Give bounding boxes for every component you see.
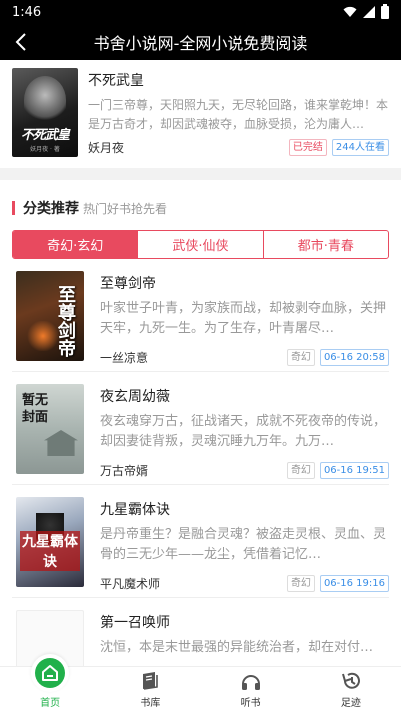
cover-title: 至尊剑帝 [55,285,76,357]
book-description: 叶家世子叶青，为家族而战，却被剥夺血脉，关押天牢，九死一生。为了生存，叶青屠尽… [100,301,387,336]
section-title: 分类推荐 [23,201,79,217]
book-meta: 万古帝婿 奇幻 06-16 19:51 [100,462,389,479]
cover-art [44,430,78,456]
section-subtitle: 热门好书抢先看 [83,202,168,216]
home-icon [35,658,66,688]
book-info: 第一召唤师 沈恒，本是末世最强的异能统治者，却在对付… [100,610,389,666]
book-author: 平凡魔术师 [100,577,161,591]
status-time: 1:46 [12,4,42,20]
section-header: 分类推荐 热门好书抢先看 [12,198,389,218]
nav-label: 首页 [40,698,61,709]
cover-art [24,76,66,124]
book-description: 是丹帝重生？是融合灵魂？被盗走灵根、灵血、灵骨的三无少年——龙尘，凭借着记忆… [100,527,387,562]
back-arrow-icon [15,33,26,51]
readers-badge: 244人在看 [331,139,389,156]
category-recommend-section: 分类推荐 热门好书抢先看 奇幻·玄幻 武侠·仙侠 都市·青春 至尊剑帝 至尊剑帝… [0,180,401,666]
history-icon [341,672,360,689]
tab-urban[interactable]: 都市·青春 [262,231,388,258]
book-cover[interactable]: 暂无封面 [16,384,84,474]
book-tags: 奇幻 06-16 19:51 [286,462,389,479]
update-time-badge: 06-16 19:51 [319,462,389,479]
book-meta: 一丝凉意 奇幻 06-16 20:58 [100,349,389,366]
book-cover[interactable]: 至尊剑帝 [16,271,84,361]
tab-fantasy[interactable]: 奇幻·玄幻 [13,231,138,258]
nav-label: 书库 [140,698,161,709]
featured-book-card[interactable]: 不死武皇 妖月夜 · 著 不死武皇 一门三帝尊，天阳照九天，无尽轮回路，谁来掌乾… [0,60,401,168]
update-time-badge: 06-16 19:16 [319,575,389,592]
book-title[interactable]: 第一召唤师 [100,612,389,632]
book-description: 夜玄魂穿万古，征战诸天，成就不死夜帝的传说，却因妻徒背叛，灵魂沉睡九万年。九万… [100,414,387,449]
list-item[interactable]: 至尊剑帝 至尊剑帝 叶家世子叶青，为家族而战，却被剥夺血脉，关押天牢，九死一生。… [12,259,389,372]
list-item[interactable]: 第一召唤师 沈恒，本是末世最强的异能统治者，却在对付… [12,598,389,666]
back-button[interactable] [6,24,36,60]
genre-badge: 奇幻 [286,349,315,366]
bottom-navigation: 首页 书库 听书 足迹 [0,654,401,713]
main-content[interactable]: 不死武皇 妖月夜 · 著 不死武皇 一门三帝尊，天阳照九天，无尽轮回路，谁来掌乾… [0,60,401,666]
book-meta: 妖月夜 已完结 244人在看 [88,139,389,156]
book-description: 沈恒，本是末世最强的异能统治者，却在对付… [100,640,374,655]
update-time-badge: 06-16 20:58 [319,349,389,366]
signal-icon [363,6,375,18]
nav-library[interactable]: 书库 [100,667,200,713]
book-author: 一丝凉意 [100,351,149,365]
book-title[interactable]: 至尊剑帝 [100,273,389,293]
nav-home[interactable]: 首页 [0,654,100,713]
wifi-icon [343,6,357,17]
book-cover[interactable]: 九星霸体诀 [16,497,84,587]
battery-icon [381,3,389,19]
status-bar: 1:46 [0,0,401,24]
title-bar: 书舍小说网-全网小说免费阅读 [0,24,401,60]
list-item[interactable]: 九星霸体诀 九星霸体诀 是丹帝重生？是融合灵魂？被盗走灵根、灵血、灵骨的三无少年… [12,485,389,598]
book-title[interactable]: 九星霸体诀 [100,499,389,519]
cover-title: 暂无封面 [22,393,49,425]
cover-subtitle: 妖月夜 · 著 [30,146,60,153]
book-info: 九星霸体诀 是丹帝重生？是融合灵魂？被盗走灵根、灵血、灵骨的三无少年——龙尘，凭… [100,497,389,592]
headphones-icon [241,675,260,690]
nav-label: 听书 [240,698,261,709]
cover-title: 不死武皇 [20,128,70,143]
book-info: 至尊剑帝 叶家世子叶青，为家族而战，却被剥夺血脉，关押天牢，九死一生。为了生存，… [100,271,389,366]
book-tags: 已完结 244人在看 [288,139,389,156]
genre-badge: 奇幻 [286,462,315,479]
book-tags: 奇幻 06-16 19:16 [286,575,389,592]
tab-wuxia[interactable]: 武侠·仙侠 [137,231,262,258]
book-meta: 平凡魔术师 奇幻 06-16 19:16 [100,575,389,592]
book-title[interactable]: 不死武皇 [88,70,389,90]
book-tags: 奇幻 06-16 20:58 [286,349,389,366]
book-title[interactable]: 夜玄周幼薇 [100,386,389,406]
nav-audiobook[interactable]: 听书 [201,667,301,713]
book-author: 妖月夜 [88,141,125,155]
nav-history[interactable]: 足迹 [301,667,401,713]
book-info: 夜玄周幼薇 夜玄魂穿万古，征战诸天，成就不死夜帝的传说，却因妻徒背叛，灵魂沉睡九… [100,384,389,479]
home-bubble [31,654,70,692]
category-tabs: 奇幻·玄幻 武侠·仙侠 都市·青春 [12,230,389,259]
book-cover[interactable]: 不死武皇 妖月夜 · 著 [12,68,78,157]
section-accent-bar [12,201,15,215]
cover-title: 九星霸体诀 [20,531,80,571]
list-item[interactable]: 暂无封面 夜玄周幼薇 夜玄魂穿万古，征战诸天，成就不死夜帝的传说，却因妻徒背叛，… [12,372,389,485]
page-title: 书舍小说网-全网小说免费阅读 [93,34,308,53]
status-icons [343,3,389,19]
genre-badge: 奇幻 [286,575,315,592]
nav-label: 足迹 [340,698,361,709]
book-description: 一门三帝尊，天阳照九天，无尽轮回路，谁来掌乾坤！本是万古奇才，却因武魂被夺，血脉… [88,98,389,131]
book-info: 不死武皇 一门三帝尊，天阳照九天，无尽轮回路，谁来掌乾坤！本是万古奇才，却因武魂… [88,68,389,168]
book-icon [143,672,159,690]
status-badge: 已完结 [288,139,327,156]
book-author: 万古帝婿 [100,464,149,478]
